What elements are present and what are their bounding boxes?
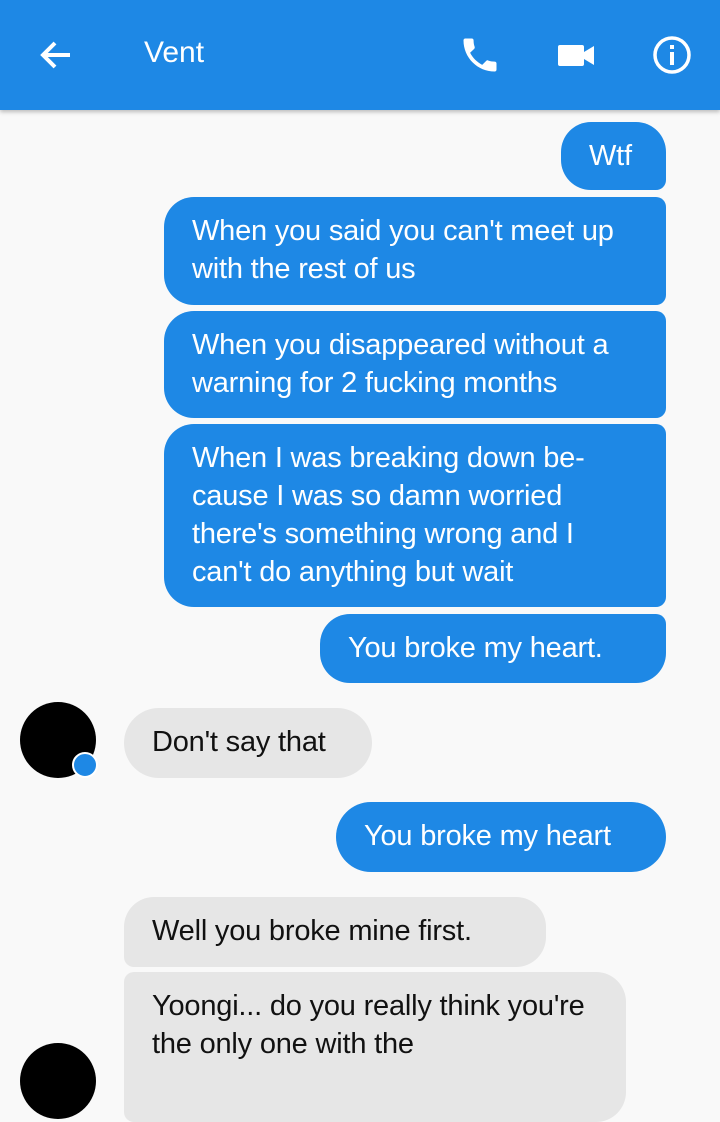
message-bubble-sent: When I was breaking down be-cause I was … [164, 424, 666, 607]
message-bubble-received: Well you broke mine first. [124, 897, 546, 967]
contact-avatar[interactable] [20, 1043, 96, 1119]
chat-header: Vent [0, 0, 720, 110]
video-camera-icon[interactable] [554, 33, 598, 77]
info-icon[interactable] [650, 33, 694, 77]
contact-avatar[interactable] [20, 702, 98, 778]
messenger-badge-icon [72, 752, 98, 778]
conversation-title[interactable]: Vent [144, 36, 204, 70]
phone-icon[interactable] [458, 33, 502, 77]
arrow-left-icon[interactable] [34, 33, 78, 77]
message-bubble-sent: Wtf [561, 122, 666, 190]
message-bubble-sent: You broke my heart. [320, 614, 666, 683]
message-bubble-sent: When you said you can't meet up with the… [164, 197, 666, 305]
message-bubble-sent: You broke my heart [336, 802, 666, 872]
message-bubble-received: Yoongi... do you really think you're the… [124, 972, 626, 1122]
message-bubble-sent: When you disappeared without a warning f… [164, 311, 666, 418]
message-bubble-received: Don't say that [124, 708, 372, 778]
